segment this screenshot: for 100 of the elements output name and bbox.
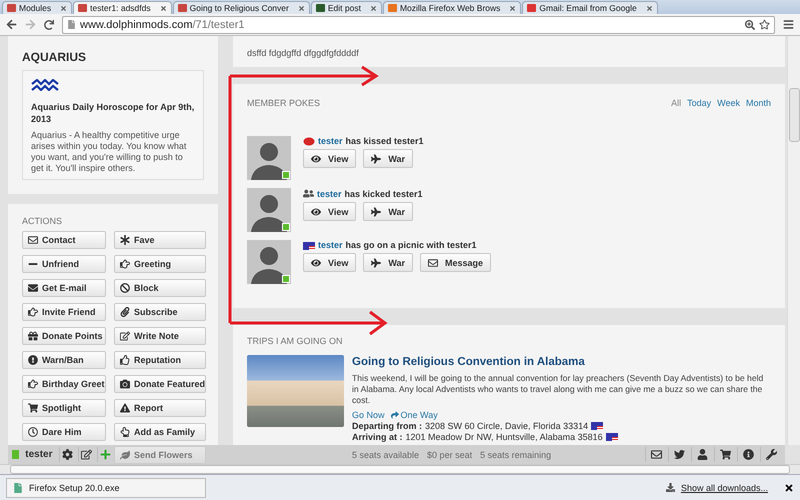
action-button[interactable]: Birthday Greet [22,375,106,393]
paperclip-icon [120,307,130,317]
action-button[interactable]: Report [114,399,206,417]
leaf-icon [120,450,130,460]
vertical-scrollbar[interactable] [787,36,800,445]
action-button[interactable]: Greeting [114,255,206,273]
card-title: MEMBER POKES [247,98,320,108]
username[interactable]: tester [25,449,53,460]
file-icon [13,482,23,492]
pointing-hand-icon [28,307,38,317]
warning-icon [120,403,130,413]
trip-stat: $0 per seat [427,450,472,460]
asterisk-icon [120,235,130,245]
horizontal-scrollbar[interactable] [10,465,790,474]
download-icon [666,483,675,492]
action-button[interactable]: Write Note [114,327,206,345]
poke-text: has go on a picnic with tester1 [346,240,477,250]
poke-text: has kissed tester1 [346,136,424,146]
pointing-hand-icon [28,379,38,389]
gift-icon [28,331,38,341]
url-text: www.dolphinmods.com/71/tester1 [80,18,244,30]
address-field[interactable]: www.dolphinmods.com/71/tester1 [62,16,775,34]
pointing-hand-icon [120,259,130,269]
edit-icon[interactable] [78,447,95,462]
poke-button[interactable]: War [363,253,414,272]
reload-icon[interactable] [44,20,54,30]
card-title: AQUARIUS [22,50,88,64]
status-text: dsffd fdgdgffd dfggdfgfddddf [247,48,360,59]
flag-icon [606,433,618,441]
filter-link[interactable]: Today [687,98,712,108]
filter-link[interactable]: Week [717,98,740,108]
page-icon [67,20,76,29]
download-item[interactable]: Firefox Setup 20.0.exe [6,478,206,498]
eye-icon [311,258,321,268]
horoscope-heading: Aquarius Daily Horoscope for Apr 9th, 2013 [31,101,195,125]
action-button[interactable]: Reputation [114,351,206,369]
browser-tab[interactable]: Going to Religious Conver [172,1,310,14]
user-link[interactable]: tester [318,136,343,146]
person-silhouette-icon [251,195,287,232]
plane-icon [371,206,382,216]
address-text: 1201 Meadow Dr NW, Huntsville, Alabama 35816 [406,432,603,442]
action-button[interactable]: Unfriend [22,255,106,273]
action-button[interactable]: Donate Featured [114,375,206,393]
action-button[interactable]: Contact [22,231,106,249]
ban-icon [120,283,130,293]
action-button[interactable]: Fave [114,231,206,249]
trip-stat: 5 seats remaining [480,450,552,460]
poke-button[interactable]: War [363,149,414,168]
info-label: Departing from : [352,421,422,431]
trip-stat: 5 seats available [352,450,420,460]
share-arrow-icon [390,411,399,419]
exclamation-icon [28,355,38,365]
person-silhouette-icon [251,143,287,180]
action-button[interactable]: Dare Him [22,423,106,441]
user-link[interactable]: tester [317,189,342,199]
back-icon[interactable] [6,19,17,30]
user-link[interactable]: tester [318,240,343,250]
envelope-icon [428,258,438,268]
browser-tab[interactable]: tester1: adsdfds [73,1,172,14]
zoom-icon[interactable] [745,20,755,30]
action-button[interactable]: Warn/Ban [22,351,106,369]
poke-button[interactable]: View [303,202,356,221]
filter-link[interactable]: Month [746,98,771,108]
browser-tab[interactable]: Gmail: Email from Google [522,1,658,14]
aquarius-icon [31,79,59,91]
edit-icon [120,331,130,341]
address-text: 3208 SW 60 Circle, Davie, Florida 33314 [425,421,588,431]
action-button[interactable]: Subscribe [114,303,206,321]
poke-button[interactable]: View [303,149,356,168]
poke-button[interactable]: War [363,202,414,221]
go-now-link[interactable]: Go Now [352,410,385,420]
browser-tab[interactable]: Edit post [310,1,382,14]
menu-icon[interactable] [783,19,794,30]
browser-tab[interactable]: Mozilla Firefox Web Brows [382,1,522,14]
action-button[interactable]: Get E-mail [22,279,106,297]
scroll-thumb[interactable] [789,88,800,142]
action-button[interactable]: Add as Family [114,423,206,441]
person-silhouette-icon [251,247,287,284]
show-downloads-link[interactable]: Show all downloads... [680,482,768,492]
envelope-icon [28,283,38,293]
poke-button[interactable]: View [303,253,356,272]
card-title: ACTIONS [22,216,64,226]
card-title: TRIPS I AM GOING ON [247,336,344,346]
browser-tab[interactable]: Modules [2,1,72,14]
trip-title[interactable]: Going to Religious Convention in Alabama [352,356,771,368]
poke-text: has kicked tester1 [344,189,423,199]
eye-icon [311,154,321,164]
cart-icon [28,403,38,413]
star-icon[interactable] [759,19,770,30]
poke-button[interactable]: Message [420,253,492,272]
action-button[interactable]: Invite Friend [22,303,106,321]
clock-icon [28,427,38,437]
camera-icon [120,379,130,389]
thumbs-up-icon [120,355,130,365]
action-button[interactable]: Block [114,279,206,297]
action-button[interactable]: Spotlight [22,399,106,417]
action-button[interactable]: Donate Points [22,327,106,345]
flag-icon [591,422,604,430]
one-way-link[interactable]: One Way [390,410,438,420]
close-icon[interactable] [784,482,794,492]
